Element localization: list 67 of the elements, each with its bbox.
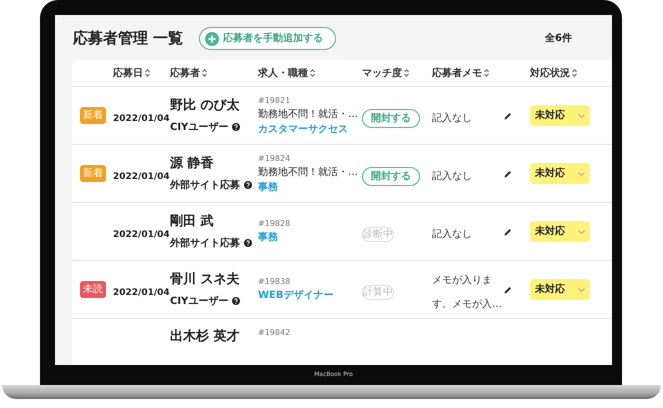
sort-icon[interactable]	[572, 69, 577, 77]
memo-text: 記入なし	[432, 170, 472, 182]
job-description: 勤務地不問！就活・…	[258, 108, 359, 122]
status-badge: 新着	[80, 165, 106, 182]
sort-icon[interactable]	[202, 69, 207, 77]
memo-text: 記入なし	[432, 228, 472, 240]
applicant-name: 出木杉 英才	[170, 328, 241, 346]
job-number: #19821	[258, 94, 292, 106]
open-button[interactable]: 開封する	[362, 108, 420, 128]
status-dropdown[interactable]: 未対応	[530, 221, 590, 242]
memo-text: メモが入ります。メモが入…	[432, 274, 502, 310]
pencil-icon[interactable]	[504, 286, 512, 294]
applicant-name: 骨川 スネ夫	[170, 271, 241, 290]
add-applicant-button[interactable]: 応募者を手動追加する	[199, 27, 336, 50]
applicant-source: 外部サイト応募	[170, 236, 240, 251]
applicant-source: CIYユーザー	[170, 120, 228, 135]
sort-icon[interactable]	[404, 69, 409, 77]
column-header: 応募者メモ	[432, 66, 482, 80]
pencil-icon[interactable]	[504, 170, 512, 178]
job-title-link[interactable]: カスタマーサクセス	[258, 122, 362, 136]
status-dropdown[interactable]: 未対応	[530, 163, 590, 184]
date-text: 2022/01/04	[113, 114, 170, 124]
date-text: 2022/01/04	[113, 230, 170, 240]
column-header: 対応状況	[530, 66, 570, 80]
plus-icon	[205, 32, 220, 46]
job-title-link[interactable]: WEBデザイナー	[258, 288, 362, 303]
job-number: #19828	[258, 218, 292, 230]
applicant-name: 剛田 武	[170, 213, 215, 232]
chevron-down-icon	[578, 230, 585, 234]
chevron-down-icon	[578, 288, 585, 292]
job-description: 勤務地不問！就活・…	[258, 166, 359, 180]
status-badge: 未読	[80, 281, 106, 298]
status-dropdown[interactable]: 未対応	[530, 105, 590, 126]
match-status-pill: 計算中	[362, 284, 394, 300]
status-dropdown[interactable]: 未対応	[530, 279, 590, 300]
open-button[interactable]: 開封する	[362, 166, 420, 186]
column-header: マッチ度	[362, 66, 402, 80]
pencil-icon[interactable]	[504, 228, 512, 236]
pencil-icon[interactable]	[504, 112, 512, 120]
chevron-down-icon	[578, 114, 585, 118]
applicant-name: 源 静香	[170, 155, 215, 174]
date-text: 2022/01/04	[113, 288, 170, 298]
applicant-source: 外部サイト応募	[170, 178, 240, 193]
job-title-link[interactable]: 事務	[258, 180, 362, 194]
chevron-down-icon	[578, 172, 585, 176]
column-header: 応募者	[170, 66, 200, 80]
applicant-name: 野比 のび太	[170, 97, 241, 116]
total-count: 全6件	[545, 32, 572, 46]
status-badge: 新着	[80, 107, 106, 124]
match-status-pill: 診断中	[362, 226, 394, 242]
sort-icon[interactable]	[145, 69, 150, 77]
memo-text: 記入なし	[432, 112, 472, 124]
job-number: #19838	[258, 276, 292, 288]
sort-icon[interactable]	[310, 69, 315, 77]
sort-icon[interactable]	[484, 69, 489, 77]
help-icon[interactable]	[232, 297, 240, 306]
help-icon[interactable]	[244, 181, 252, 190]
job-number: #19842	[258, 327, 292, 339]
applicant-source: CIYユーザー	[170, 294, 228, 309]
help-icon[interactable]	[232, 123, 240, 132]
column-header: 応募日	[113, 66, 143, 80]
date-text: 2022/01/04	[113, 172, 170, 182]
column-header: 求人・職種	[258, 66, 308, 80]
page-title: 応募者管理 一覧	[73, 28, 184, 50]
job-number: #19824	[258, 152, 292, 164]
job-title-link[interactable]: 事務	[258, 230, 362, 245]
help-icon[interactable]	[244, 239, 252, 248]
